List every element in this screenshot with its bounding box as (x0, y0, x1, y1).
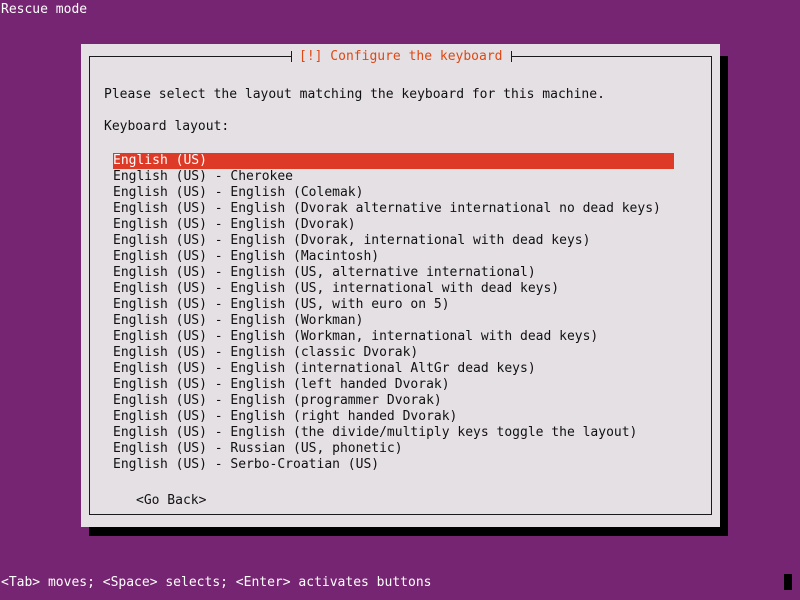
keyboard-help-line: <Tab> moves; <Space> selects; <Enter> ac… (1, 575, 432, 590)
dialog-frame-right (711, 56, 712, 515)
layout-list-item[interactable]: English (US) - English (programmer Dvora… (113, 393, 674, 409)
keyboard-layout-list[interactable]: English (US) English (US) - Cherokee Engli… (113, 153, 674, 473)
terminal-cursor (784, 574, 792, 590)
go-back-button[interactable]: <Go Back> (136, 493, 206, 509)
layout-list-item[interactable]: English (US) - English (Dvorak) (113, 217, 674, 233)
dialog-body: Please select the layout matching the ke… (90, 57, 711, 514)
layout-list-item[interactable]: English (US) - English (Workman) (113, 313, 674, 329)
layout-list-item[interactable]: English (US) - English (the divide/multi… (113, 425, 674, 441)
layout-list-item[interactable]: English (US) - English (classic Dvorak) (113, 345, 674, 361)
layout-list-item[interactable]: English (US) - English (right handed Dvo… (113, 409, 674, 425)
layout-list-item[interactable]: English (US) - English (international Al… (113, 361, 674, 377)
instruction-text: Please select the layout matching the ke… (104, 87, 605, 102)
layout-list-item[interactable]: English (US) - English (Workman, interna… (113, 329, 674, 345)
layout-list-item[interactable]: English (US) (113, 153, 674, 169)
configure-keyboard-dialog: [!] Configure the keyboard Please select… (81, 44, 720, 527)
layout-list-item[interactable]: English (US) - English (US, internationa… (113, 281, 674, 297)
layout-list-item[interactable]: English (US) - English (left handed Dvor… (113, 377, 674, 393)
dialog-frame-bottom (89, 514, 712, 515)
layout-list-item[interactable]: English (US) - English (Dvorak, internat… (113, 233, 674, 249)
layout-list-item[interactable]: English (US) - Cherokee (113, 169, 674, 185)
layout-list-item[interactable]: English (US) - English (US, with euro on… (113, 297, 674, 313)
layout-list-item[interactable]: English (US) - English (Macintosh) (113, 249, 674, 265)
layout-list-item[interactable]: English (US) - Serbo-Croatian (US) (113, 457, 674, 473)
layout-list-item[interactable]: English (US) - English (Colemak) (113, 185, 674, 201)
layout-list-item[interactable]: English (US) - Russian (US, phonetic) (113, 441, 674, 457)
layout-list-item[interactable]: English (US) - English (Dvorak alternati… (113, 201, 674, 217)
layout-list-item[interactable]: English (US) - English (US, alternative … (113, 265, 674, 281)
rescue-mode-label: Rescue mode (1, 2, 88, 17)
keyboard-layout-label: Keyboard layout: (104, 119, 230, 134)
